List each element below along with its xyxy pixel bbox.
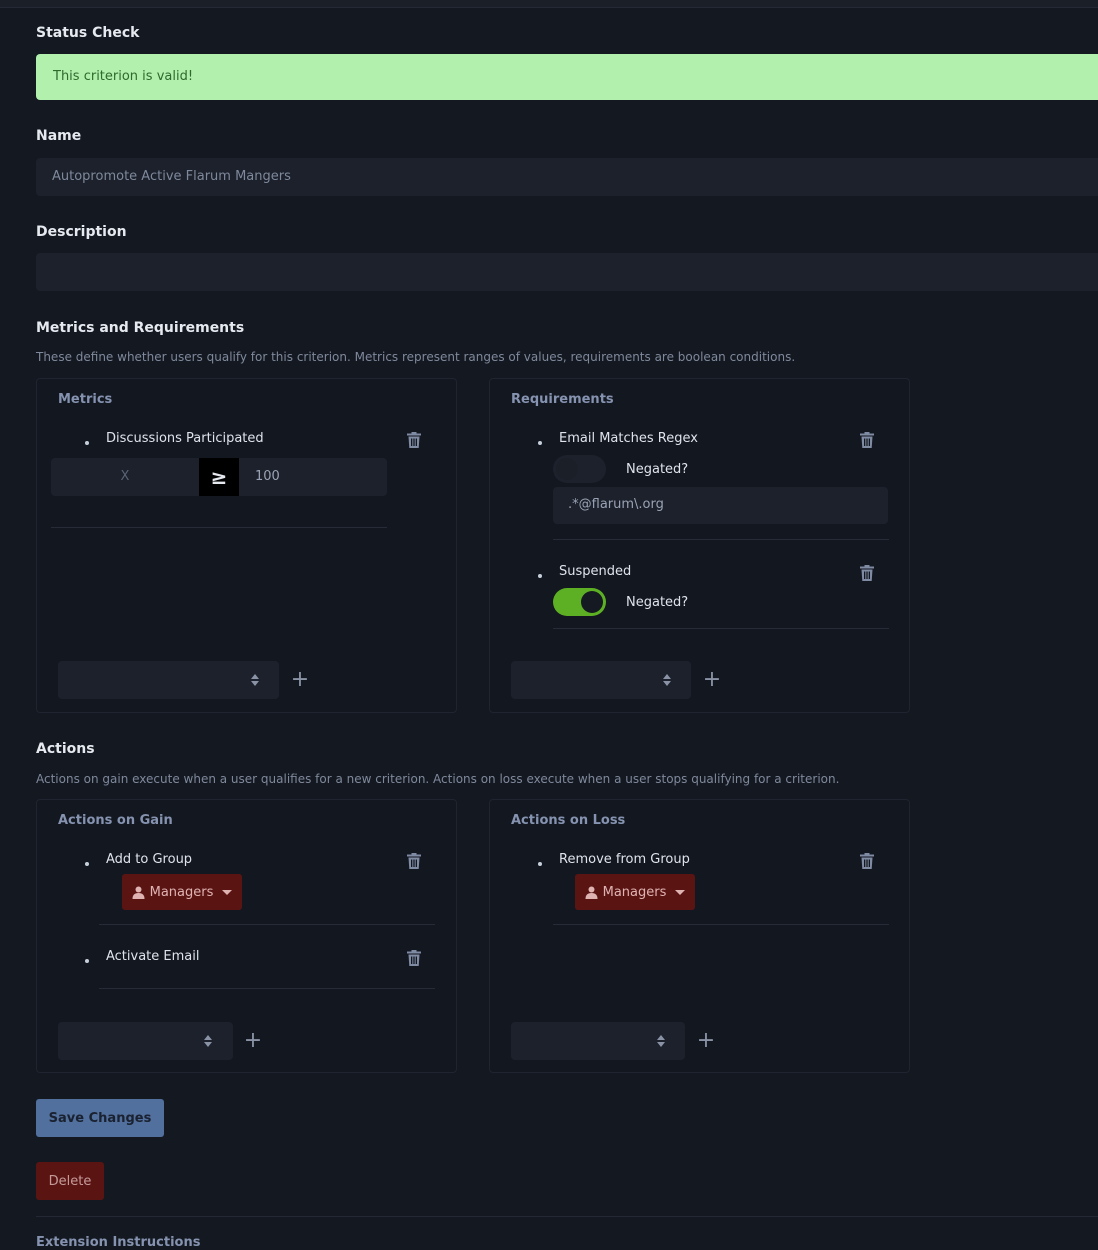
range-max-input[interactable]: 100 [255, 458, 280, 496]
requirement-item: Suspended Negated? [538, 564, 889, 634]
add-requirement-button[interactable]: + [692, 661, 732, 699]
sort-icon [663, 674, 671, 686]
gain-action-select[interactable] [58, 1022, 233, 1060]
group-dropdown[interactable]: Managers [575, 874, 695, 910]
requirement-label: Email Matches Regex [559, 431, 698, 446]
action-label: Add to Group [106, 852, 193, 867]
action-item: Remove from Group Managers [538, 852, 889, 926]
extension-instructions-heading: Extension Instructions [36, 1235, 201, 1250]
divider [36, 1216, 1098, 1217]
bullet [85, 959, 89, 963]
item-divider [51, 527, 387, 528]
bullet [85, 862, 89, 866]
range-min-input[interactable]: X [51, 458, 199, 496]
metrics-requirements-heading: Metrics and Requirements [36, 320, 245, 336]
add-loss-action-button[interactable]: + [686, 1022, 726, 1060]
user-icon [585, 886, 598, 899]
top-bar [0, 0, 1098, 8]
name-label: Name [36, 128, 82, 144]
caret-down-icon [675, 889, 686, 895]
item-divider [99, 988, 435, 989]
negated-toggle[interactable] [553, 455, 606, 483]
requirements-panel: Requirements Email Matches Regex Negated… [489, 378, 910, 713]
bullet [538, 574, 542, 578]
group-name: Managers [149, 884, 214, 900]
negated-label: Negated? [626, 462, 689, 477]
action-label: Activate Email [106, 949, 200, 964]
metrics-panel: Metrics Discussions Participated X ≥ 100… [36, 378, 457, 713]
add-gain-action-button[interactable]: + [233, 1022, 273, 1060]
actions-gain-panel: Actions on Gain Add to Group Managers Ac… [36, 799, 457, 1073]
range-operator[interactable]: ≥ [199, 458, 239, 496]
bullet [85, 441, 89, 445]
trash-icon[interactable] [407, 853, 421, 869]
status-check-label: Status Check [36, 25, 140, 41]
trash-icon[interactable] [860, 432, 874, 448]
requirements-title: Requirements [511, 392, 614, 407]
add-metric-button[interactable]: + [280, 661, 320, 699]
name-input[interactable]: Autopromote Active Flarum Mangers [36, 158, 1098, 196]
regex-input[interactable]: .*@flarum\.org [553, 487, 888, 524]
bullet [538, 862, 542, 866]
actions-loss-title: Actions on Loss [511, 813, 626, 828]
actions-help: Actions on gain execute when a user qual… [36, 772, 840, 786]
user-icon [132, 886, 145, 899]
requirement-item: Email Matches Regex Negated? .*@flarum\.… [538, 431, 889, 541]
delete-button[interactable]: Delete [36, 1162, 104, 1200]
actions-heading: Actions [36, 741, 95, 757]
metric-range: X ≥ 100 [51, 458, 387, 496]
item-divider [553, 539, 889, 540]
metric-type-select[interactable] [58, 661, 279, 699]
sort-icon [657, 1035, 665, 1047]
save-changes-button[interactable]: Save Changes [36, 1099, 164, 1137]
negated-label: Negated? [626, 595, 689, 610]
metrics-title: Metrics [58, 392, 113, 407]
description-label: Description [36, 224, 127, 240]
metric-label: Discussions Participated [106, 431, 264, 446]
caret-down-icon [222, 889, 233, 895]
trash-icon[interactable] [407, 432, 421, 448]
action-item: Activate Email [85, 949, 435, 991]
sort-icon [251, 674, 259, 686]
negated-toggle[interactable] [553, 588, 606, 616]
metrics-requirements-help: These define whether users qualify for t… [36, 350, 796, 364]
trash-icon[interactable] [860, 853, 874, 869]
loss-action-select[interactable] [511, 1022, 685, 1060]
description-input[interactable] [36, 253, 1098, 291]
item-divider [553, 924, 889, 925]
group-name: Managers [602, 884, 667, 900]
action-label: Remove from Group [559, 852, 690, 867]
status-alert: This criterion is valid! [36, 54, 1098, 100]
bullet [538, 441, 542, 445]
actions-loss-panel: Actions on Loss Remove from Group Manage… [489, 799, 910, 1073]
item-divider [553, 628, 889, 629]
actions-gain-title: Actions on Gain [58, 813, 173, 828]
trash-icon[interactable] [407, 950, 421, 966]
group-dropdown[interactable]: Managers [122, 874, 242, 910]
action-item: Add to Group Managers [85, 852, 435, 926]
requirement-label: Suspended [559, 564, 632, 579]
sort-icon [204, 1035, 212, 1047]
item-divider [99, 924, 435, 925]
trash-icon[interactable] [860, 565, 874, 581]
metric-item: Discussions Participated X ≥ 100 [51, 431, 421, 541]
requirement-type-select[interactable] [511, 661, 691, 699]
